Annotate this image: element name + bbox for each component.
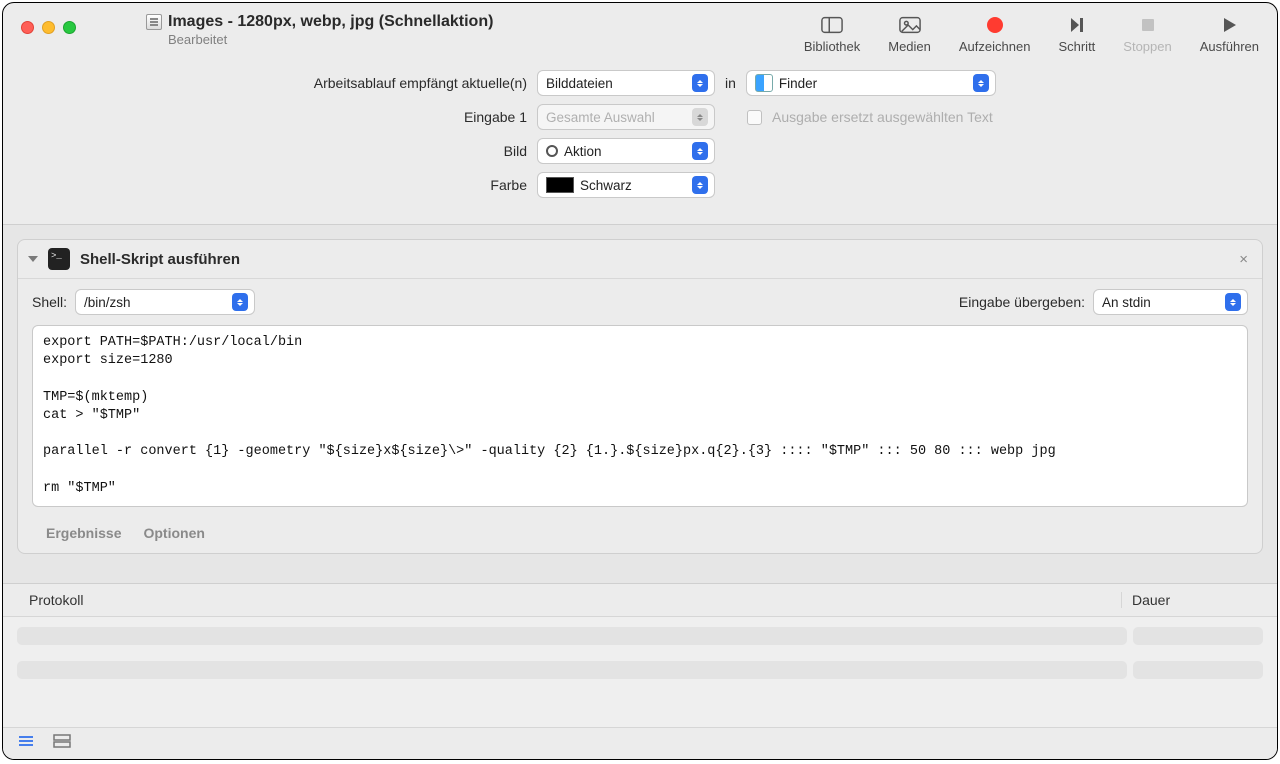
color-swatch (546, 177, 574, 193)
pass-input-value: An stdin (1102, 295, 1151, 310)
play-icon (1217, 15, 1241, 35)
action-title: Shell-Skript ausführen (80, 251, 1225, 268)
close-window-button[interactable] (21, 21, 34, 34)
minimize-window-button[interactable] (42, 21, 55, 34)
chevrons-icon (692, 74, 708, 92)
replace-output-label: Ausgabe ersetzt ausgewählten Text (772, 109, 993, 125)
record-label: Aufzeichnen (959, 39, 1031, 54)
stop-icon (1136, 15, 1160, 35)
workflow-canvas[interactable]: Shell-Skript ausführen × Shell: /bin/zsh… (3, 225, 1277, 583)
remove-action-button[interactable]: × (1235, 251, 1252, 268)
chevrons-icon (692, 108, 708, 126)
grid-view-button[interactable] (53, 734, 71, 753)
step-button[interactable]: Schritt (1058, 15, 1095, 54)
receives-select[interactable]: Bilddateien (537, 70, 715, 96)
chevrons-icon (1225, 293, 1241, 311)
window-subtitle: Bearbeitet (168, 32, 804, 47)
stop-label: Stoppen (1123, 39, 1171, 54)
window-title: Images - 1280px, webp, jpg (Schnellaktio… (168, 13, 493, 31)
media-label: Medien (888, 39, 931, 54)
title-block: Images - 1280px, webp, jpg (Schnellaktio… (146, 13, 804, 47)
color-value: Schwarz (580, 178, 632, 193)
in-app-value: Finder (779, 76, 817, 91)
finder-icon (755, 74, 773, 92)
chevrons-icon (973, 74, 989, 92)
chevrons-icon (232, 293, 248, 311)
toolbar: Bibliothek Medien Aufzeichnen Schritt (804, 13, 1259, 54)
step-label: Schritt (1058, 39, 1095, 54)
photo-icon (898, 15, 922, 35)
log-col-protocol: Protokoll (29, 592, 1121, 608)
log-col-duration: Dauer (1121, 592, 1251, 608)
record-icon (983, 15, 1007, 35)
window-controls (21, 21, 76, 34)
input1-select: Gesamte Auswahl (537, 104, 715, 130)
receives-label: Arbeitsablauf empfängt aktuelle(n) (23, 75, 527, 91)
in-label: in (725, 75, 736, 91)
input1-label: Eingabe 1 (23, 109, 527, 125)
action-footer: Ergebnisse Optionen (18, 517, 1262, 553)
pass-input-select[interactable]: An stdin (1093, 289, 1248, 315)
workflow-config: Arbeitsablauf empfängt aktuelle(n) Bildd… (3, 60, 1277, 225)
log-row (17, 627, 1263, 645)
options-tab[interactable]: Optionen (143, 525, 204, 541)
app-window: Images - 1280px, webp, jpg (Schnellaktio… (2, 2, 1278, 760)
stop-button: Stoppen (1123, 15, 1171, 54)
disclosure-triangle-icon[interactable] (28, 256, 38, 262)
step-icon (1065, 15, 1089, 35)
action-run-shell-script: Shell-Skript ausführen × Shell: /bin/zsh… (17, 239, 1263, 554)
pass-input-label: Eingabe übergeben: (959, 294, 1085, 310)
gear-icon (546, 145, 558, 157)
replace-output-checkbox (747, 110, 762, 125)
chevrons-icon (692, 176, 708, 194)
image-value: Aktion (564, 144, 602, 159)
script-textarea[interactable]: export PATH=$PATH:/usr/local/bin export … (32, 325, 1248, 507)
action-controls: Shell: /bin/zsh Eingabe übergeben: An st… (18, 279, 1262, 325)
run-button[interactable]: Ausführen (1200, 15, 1259, 54)
receives-value: Bilddateien (546, 76, 613, 91)
log-panel: Protokoll Dauer (3, 583, 1277, 759)
chevrons-icon (692, 142, 708, 160)
library-label: Bibliothek (804, 39, 860, 54)
image-select[interactable]: Aktion (537, 138, 715, 164)
run-label: Ausführen (1200, 39, 1259, 54)
library-button[interactable]: Bibliothek (804, 15, 860, 54)
fullscreen-window-button[interactable] (63, 21, 76, 34)
media-button[interactable]: Medien (888, 15, 931, 54)
results-tab[interactable]: Ergebnisse (46, 525, 121, 541)
log-body (3, 617, 1277, 727)
list-view-button[interactable] (17, 734, 35, 753)
input1-value: Gesamte Auswahl (546, 110, 655, 125)
in-app-select[interactable]: Finder (746, 70, 996, 96)
shell-value: /bin/zsh (84, 295, 131, 310)
shell-label: Shell: (32, 294, 67, 310)
terminal-icon (48, 248, 70, 270)
shell-select[interactable]: /bin/zsh (75, 289, 255, 315)
action-header[interactable]: Shell-Skript ausführen × (18, 240, 1262, 279)
log-footer (3, 727, 1277, 759)
record-button[interactable]: Aufzeichnen (959, 15, 1031, 54)
sidebar-icon (820, 15, 844, 35)
image-label: Bild (23, 143, 527, 159)
document-icon (146, 14, 162, 30)
titlebar: Images - 1280px, webp, jpg (Schnellaktio… (3, 3, 1277, 60)
color-select[interactable]: Schwarz (537, 172, 715, 198)
color-label: Farbe (23, 177, 527, 193)
log-row (17, 661, 1263, 679)
log-header: Protokoll Dauer (3, 584, 1277, 617)
